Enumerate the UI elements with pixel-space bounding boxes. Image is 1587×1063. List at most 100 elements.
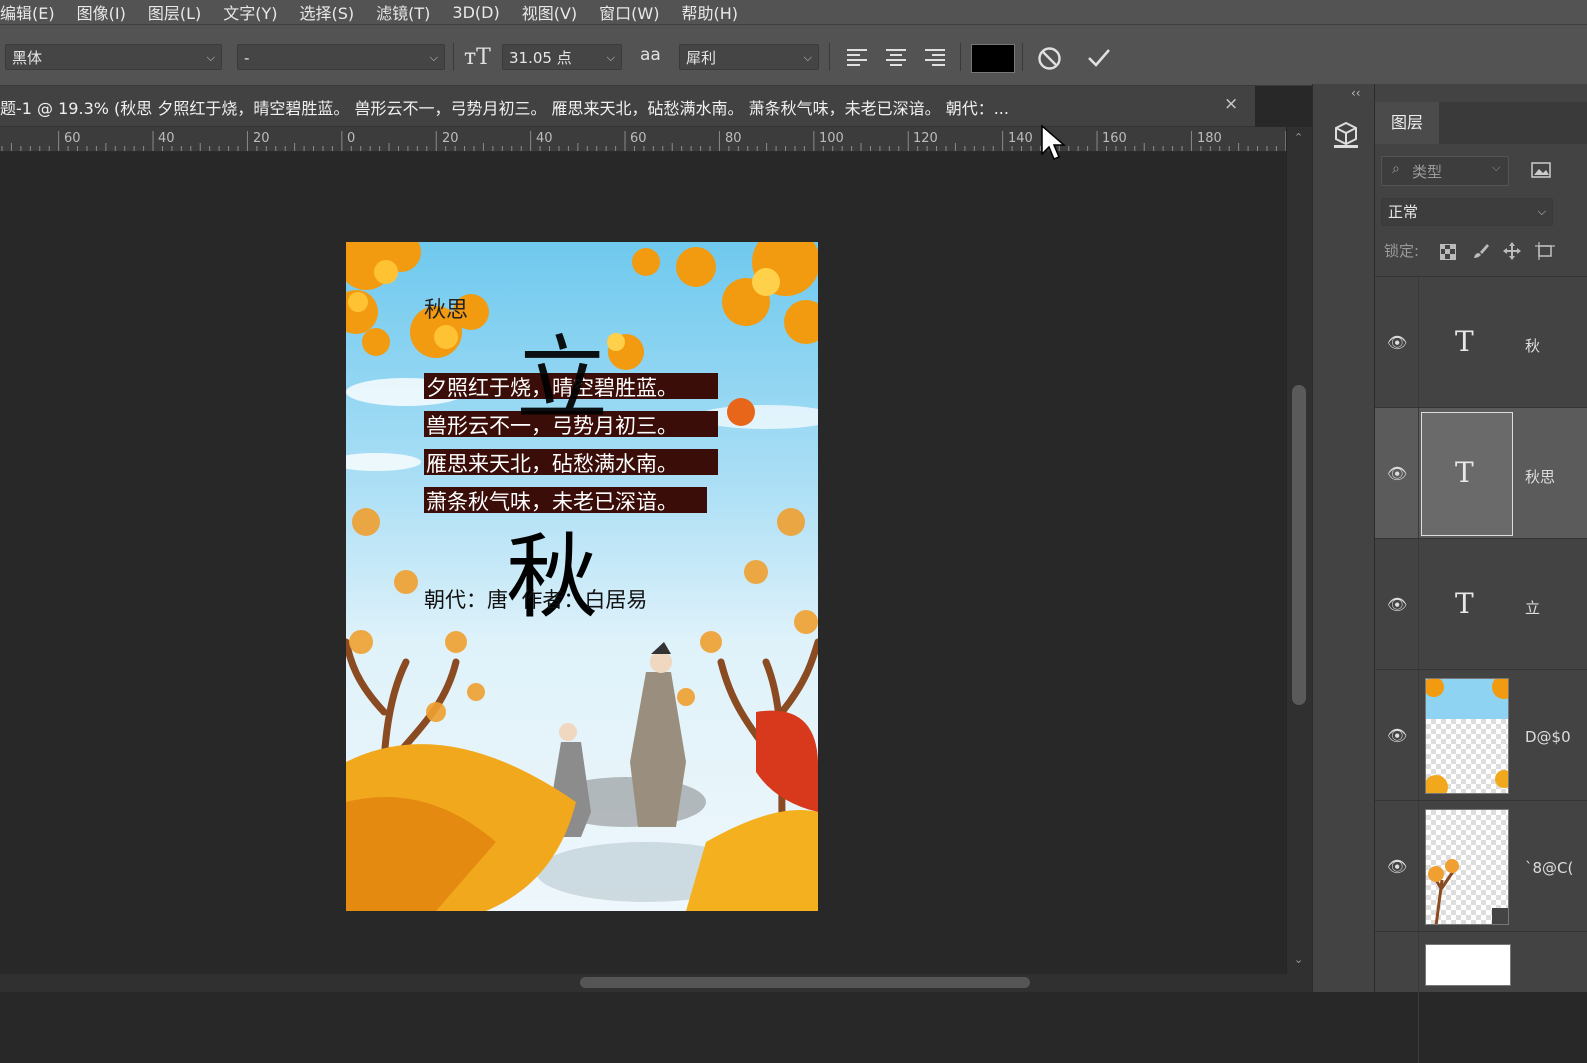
menu-window[interactable]: 窗口(W) (588, 0, 670, 24)
search-icon: ⌕ (1392, 161, 1400, 177)
layer-filter-select[interactable]: ⌕ 类型 ⌵ (1381, 156, 1509, 186)
scrollbar-thumb[interactable] (580, 977, 1030, 988)
divider (1022, 43, 1023, 71)
ruler-ticks (1, 131, 1287, 151)
menu-view[interactable]: 视图(V) (511, 0, 588, 24)
font-style-select[interactable]: - ⌵ (237, 44, 445, 70)
chevron-down-icon: ⌵ (803, 51, 812, 64)
close-icon[interactable]: × (1224, 94, 1238, 114)
lock-position-move-icon[interactable] (1503, 242, 1521, 260)
divider (1418, 932, 1419, 1063)
divider (960, 43, 961, 71)
chevron-down-icon: ⌵ (429, 51, 438, 64)
thumbnail-image (1426, 679, 1508, 793)
scrollbar-thumb[interactable] (1292, 385, 1306, 705)
layer-name[interactable]: D@$0 (1525, 728, 1571, 746)
antialias-select[interactable]: 犀利 ⌵ (679, 44, 819, 70)
chevron-down-icon: ⌵ (206, 51, 215, 64)
figure-scholar (630, 642, 686, 827)
layer-row[interactable]: 👁 D@$0 (1375, 669, 1587, 801)
document-tab-title: 未标题-1 @ 19.3% (秋思 夕照红于烧，晴空碧胜蓝。 兽形云不一，弓势月… (0, 99, 1009, 118)
layer-row[interactable]: 👁 `8@C( (1375, 800, 1587, 932)
poem-line-3[interactable]: 雁思来天北，砧愁满水南。 (426, 448, 678, 478)
layer-thumbnail (1425, 944, 1511, 986)
text-layer-icon: T (1455, 325, 1474, 358)
poem-line-4[interactable]: 萧条秋气味，未老已深谙。 (426, 486, 678, 516)
menu-type[interactable]: 文字(Y) (212, 0, 288, 24)
layer-thumbnail (1425, 809, 1509, 925)
font-size-icon: ᴛT (464, 45, 491, 70)
text-color-swatch[interactable] (971, 44, 1015, 73)
big-char-li[interactable]: 立 (516, 334, 608, 426)
text-layer-icon: T (1455, 456, 1474, 489)
options-bar: 黑体 ⌵ - ⌵ ᴛT 31.05 点 ⌵ aa 犀利 ⌵ (0, 24, 1587, 86)
horizontal-ruler: 60 40 20 0 20 40 60 80 100 120 140 160 1… (0, 127, 1290, 152)
menu-edit[interactable]: 编辑(E) (0, 0, 66, 24)
image-filter-icon[interactable] (1531, 162, 1551, 178)
visibility-eye-icon[interactable]: 👁 (1387, 595, 1407, 614)
poster-title: 秋思 (424, 298, 469, 323)
font-size-input[interactable]: 31.05 点 ⌵ (502, 44, 622, 70)
cancel-icon[interactable] (1037, 46, 1062, 71)
visibility-eye-icon[interactable]: 👁 (1387, 857, 1407, 876)
scroll-down-icon[interactable]: ⌄ (1294, 953, 1303, 966)
menu-bar: 编辑(E) 图像(I) 图层(L) 文字(Y) 选择(S) 滤镜(T) 3D(D… (0, 0, 1587, 24)
layer-name[interactable]: 秋思 (1525, 466, 1555, 487)
layer-row[interactable] (1375, 931, 1587, 1063)
panel-icon-strip: ‹‹ (1312, 84, 1375, 992)
layer-row-selected[interactable]: 👁 T 秋思 (1375, 407, 1587, 539)
layer-filter-value: 类型 (1412, 163, 1443, 181)
font-family-value: 黑体 (12, 49, 43, 67)
3d-cube-icon[interactable] (1331, 120, 1361, 150)
horizontal-scrollbar[interactable] (0, 974, 1312, 992)
menu-layer[interactable]: 图层(L) (137, 0, 212, 24)
menu-image[interactable]: 图像(I) (66, 0, 137, 24)
visibility-eye-icon[interactable]: 👁 (1387, 726, 1407, 745)
font-size-value: 31.05 点 (509, 49, 572, 67)
menu-filter[interactable]: 滤镜(T) (365, 0, 441, 24)
font-family-select[interactable]: 黑体 ⌵ (5, 44, 222, 70)
align-right-icon[interactable] (924, 48, 946, 66)
menu-3d[interactable]: 3D(D) (441, 3, 510, 22)
document-tab[interactable]: 未标题-1 @ 19.3% (秋思 夕照红于烧，晴空碧胜蓝。 兽形云不一，弓势月… (0, 86, 1255, 127)
layer-row[interactable]: 👁 T 秋 (1375, 276, 1587, 408)
divider (453, 43, 454, 71)
tab-layers[interactable]: 图层 (1375, 102, 1439, 144)
layers-panel: 图层 ⌕ 类型 ⌵ 正常 ⌵ 锁定: 👁 T 秋 👁 T 秋思 👁 T 立 👁 … (1374, 84, 1587, 1063)
blend-mode-value: 正常 (1388, 203, 1419, 221)
font-style-value: - (244, 49, 250, 67)
layer-name[interactable]: `8@C( (1525, 859, 1573, 877)
divider (1418, 670, 1419, 801)
lock-label: 锁定: (1384, 242, 1420, 260)
text-layer-icon: T (1455, 587, 1474, 620)
align-left-icon[interactable] (846, 48, 868, 66)
divider (1418, 801, 1419, 932)
thumbnail-image (1428, 859, 1508, 924)
lock-transparent-icon[interactable] (1440, 244, 1456, 260)
mouse-cursor-icon (1041, 124, 1067, 160)
layer-name[interactable]: 秋 (1525, 335, 1540, 356)
lock-artboard-icon[interactable] (1535, 242, 1555, 260)
collapse-panels-icon[interactable]: ‹‹ (1351, 86, 1361, 100)
author-line[interactable]: 朝代：唐 作者：白居易 (424, 584, 647, 614)
layer-name[interactable]: 立 (1525, 597, 1540, 618)
align-center-icon[interactable] (885, 48, 907, 66)
menu-help[interactable]: 帮助(H) (670, 0, 749, 24)
commit-check-icon[interactable] (1086, 46, 1112, 70)
vertical-scrollbar[interactable]: ⌃ ⌄ (1286, 127, 1313, 974)
document-canvas[interactable]: 秋思 夕照红于烧，晴空碧胜蓝。 兽形云不一，弓势月初三。 雁思来天北，砧愁满水南… (346, 242, 818, 911)
divider (1418, 408, 1419, 539)
layer-thumbnail (1425, 678, 1509, 794)
divider (1418, 539, 1419, 670)
blend-mode-select[interactable]: 正常 ⌵ (1381, 198, 1553, 226)
layer-row[interactable]: 👁 T 立 (1375, 538, 1587, 670)
menu-select[interactable]: 选择(S) (289, 0, 366, 24)
visibility-eye-icon[interactable]: 👁 (1387, 464, 1407, 483)
divider (1418, 277, 1419, 408)
scroll-up-icon[interactable]: ⌃ (1294, 131, 1303, 144)
visibility-eye-icon[interactable]: 👁 (1387, 333, 1407, 352)
layers-panel-header: 图层 (1375, 102, 1587, 144)
lock-pixels-brush-icon[interactable] (1472, 242, 1490, 260)
chevron-down-icon: ⌵ (1492, 161, 1501, 174)
chevron-down-icon: ⌵ (1537, 205, 1546, 218)
